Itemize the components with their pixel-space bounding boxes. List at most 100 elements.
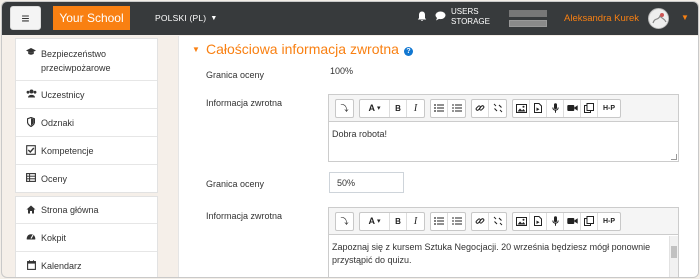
sidebar-item-participants[interactable]: Uczestnicy — [16, 81, 157, 109]
scrollbar-thumb[interactable] — [671, 246, 677, 258]
sidebar-item-label: Kompetencje — [41, 145, 94, 156]
link-button[interactable] — [472, 212, 489, 230]
media-file-button[interactable] — [530, 99, 547, 117]
avatar[interactable] — [648, 8, 669, 29]
chevron-down-icon[interactable]: ▼ — [192, 45, 200, 54]
toolbar-group: A ▾ B I — [359, 98, 425, 118]
bold-button[interactable]: B — [390, 99, 407, 117]
language-label: POLSKI (PL) — [155, 13, 207, 23]
storage-label: STORAGE — [451, 17, 490, 26]
storage-labels: USERS STORAGE — [451, 7, 490, 27]
unordered-list-button[interactable] — [431, 212, 448, 230]
grade-boundary-label: Granica oceny — [206, 70, 265, 80]
users-icon — [26, 89, 37, 100]
chevron-down-icon[interactable]: ▼ — [681, 13, 689, 22]
italic-button[interactable]: I — [407, 213, 424, 230]
brand-logo[interactable]: Your School — [53, 6, 130, 30]
home-icon — [26, 205, 36, 216]
chevron-down-icon: ▼ — [210, 14, 218, 22]
app-frame: ≡ Your School POLSKI (PL) ▼ USERS STORAG… — [1, 1, 699, 278]
unlink-button[interactable] — [489, 100, 506, 117]
ordered-list-button[interactable] — [448, 213, 465, 230]
image-button[interactable] — [513, 212, 530, 230]
sidebar-item-course[interactable]: Bezpieczeństwo przeciwpożarowe — [16, 39, 157, 81]
bell-icon[interactable] — [417, 11, 427, 25]
h5p-button[interactable]: H-P — [598, 213, 620, 230]
editor-toolbar: ⤵ A ▾ B I H-P — [329, 208, 678, 235]
unordered-list-button[interactable] — [431, 99, 448, 117]
editor-scrollbar[interactable] — [669, 236, 678, 277]
toolbar-group — [430, 211, 466, 231]
sidebar-item-label: Odznaki — [41, 117, 75, 128]
feedback-editor: ⤵ A ▾ B I — [328, 207, 679, 277]
navbar: ≡ Your School POLSKI (PL) ▼ USERS STORAG… — [2, 2, 698, 35]
users-label: USERS — [451, 7, 479, 16]
paragraph-style-button[interactable]: A ▾ — [360, 99, 390, 117]
style-label: A — [368, 103, 375, 113]
unlink-button[interactable] — [489, 213, 506, 230]
menu-toggle-button[interactable]: ≡ — [10, 6, 41, 30]
sidebar-course-nav: Bezpieczeństwo przeciwpożarowe Uczestnic… — [15, 38, 158, 193]
sidebar-item-label: Uczestnicy — [41, 89, 85, 100]
username[interactable]: Aleksandra Kurek — [564, 13, 639, 24]
grade-boundary-label: Granica oceny — [206, 179, 265, 189]
users-usage-bar — [509, 10, 547, 17]
chat-bubble-icon[interactable] — [435, 11, 446, 24]
microphone-icon[interactable] — [547, 99, 564, 117]
sidebar-item-label: Kokpit — [41, 232, 67, 243]
section-title[interactable]: Całościowa informacja zwrotna — [206, 41, 399, 57]
toolbar-group: A ▾ B I — [359, 211, 425, 231]
italic-button[interactable]: I — [407, 100, 424, 117]
video-camera-icon[interactable] — [564, 212, 581, 230]
toolbar-group — [430, 98, 466, 118]
video-camera-icon[interactable] — [564, 99, 581, 117]
language-menu[interactable]: POLSKI (PL) ▼ — [155, 13, 217, 23]
chevron-down-icon: ▾ — [376, 105, 381, 112]
help-icon[interactable]: ? — [404, 47, 413, 56]
sidebar-item-label: Strona główna — [41, 205, 99, 215]
sidebar-item-label: Kalendarz — [41, 261, 82, 271]
sidebar-item-home[interactable]: Strona główna — [16, 197, 157, 224]
media-file-button[interactable] — [530, 212, 547, 230]
sidebar-item-label: Oceny — [41, 173, 68, 184]
dashboard-icon — [26, 232, 36, 243]
sidebar-item-competencies[interactable]: Kompetencje — [16, 137, 157, 165]
toolbar-group — [471, 98, 507, 118]
storage-usage-bar — [509, 20, 547, 27]
toolbar-group: ⤵ — [335, 211, 354, 231]
paragraph-style-button[interactable]: A ▾ — [360, 212, 390, 230]
image-button[interactable] — [513, 99, 530, 117]
calendar-icon — [26, 260, 36, 272]
sidebar-item-calendar[interactable]: Kalendarz — [16, 252, 157, 277]
manage-files-button[interactable] — [581, 212, 598, 230]
toolbar-group — [471, 211, 507, 231]
check-square-icon — [26, 144, 36, 157]
toolbar-group: H-P — [512, 211, 621, 231]
feedback-editor-content[interactable]: Zapoznaj się z kursem Sztuka Negocjacji.… — [329, 235, 678, 273]
editor-toolbar: ⤵ A ▾ B I H-P — [329, 95, 678, 122]
feedback-label: Informacja zwrotna — [206, 211, 283, 221]
collapse-toolbar-button[interactable]: ⤵ — [336, 213, 353, 230]
graduation-cap-icon — [26, 47, 36, 58]
sidebar-site-nav: Strona główna Kokpit Kalendarz — [15, 196, 158, 277]
link-button[interactable] — [472, 99, 489, 117]
sidebar-item-label: Bezpieczeństwo przeciwpożarowe — [41, 49, 111, 73]
table-icon — [26, 173, 36, 184]
manage-files-button[interactable] — [581, 99, 598, 117]
feedback-editor-content[interactable]: Dobra robota! — [329, 122, 678, 147]
microphone-icon[interactable] — [547, 212, 564, 230]
grade-boundary-input[interactable]: 50% — [329, 172, 404, 193]
resize-handle[interactable] — [671, 154, 677, 160]
ordered-list-button[interactable] — [448, 100, 465, 117]
toolbar-group: ⤵ — [335, 98, 354, 118]
style-label: A — [368, 216, 375, 226]
sidebar-item-badges[interactable]: Odznaki — [16, 109, 157, 137]
grade-boundary-value: 100% — [330, 66, 354, 76]
chevron-down-icon: ▾ — [376, 218, 381, 225]
h5p-button[interactable]: H-P — [598, 100, 620, 117]
collapse-toolbar-button[interactable]: ⤵ — [336, 100, 353, 117]
bold-button[interactable]: B — [390, 212, 407, 230]
toolbar-group: H-P — [512, 98, 621, 118]
sidebar-item-dashboard[interactable]: Kokpit — [16, 224, 157, 252]
sidebar-item-grades[interactable]: Oceny — [16, 165, 157, 192]
